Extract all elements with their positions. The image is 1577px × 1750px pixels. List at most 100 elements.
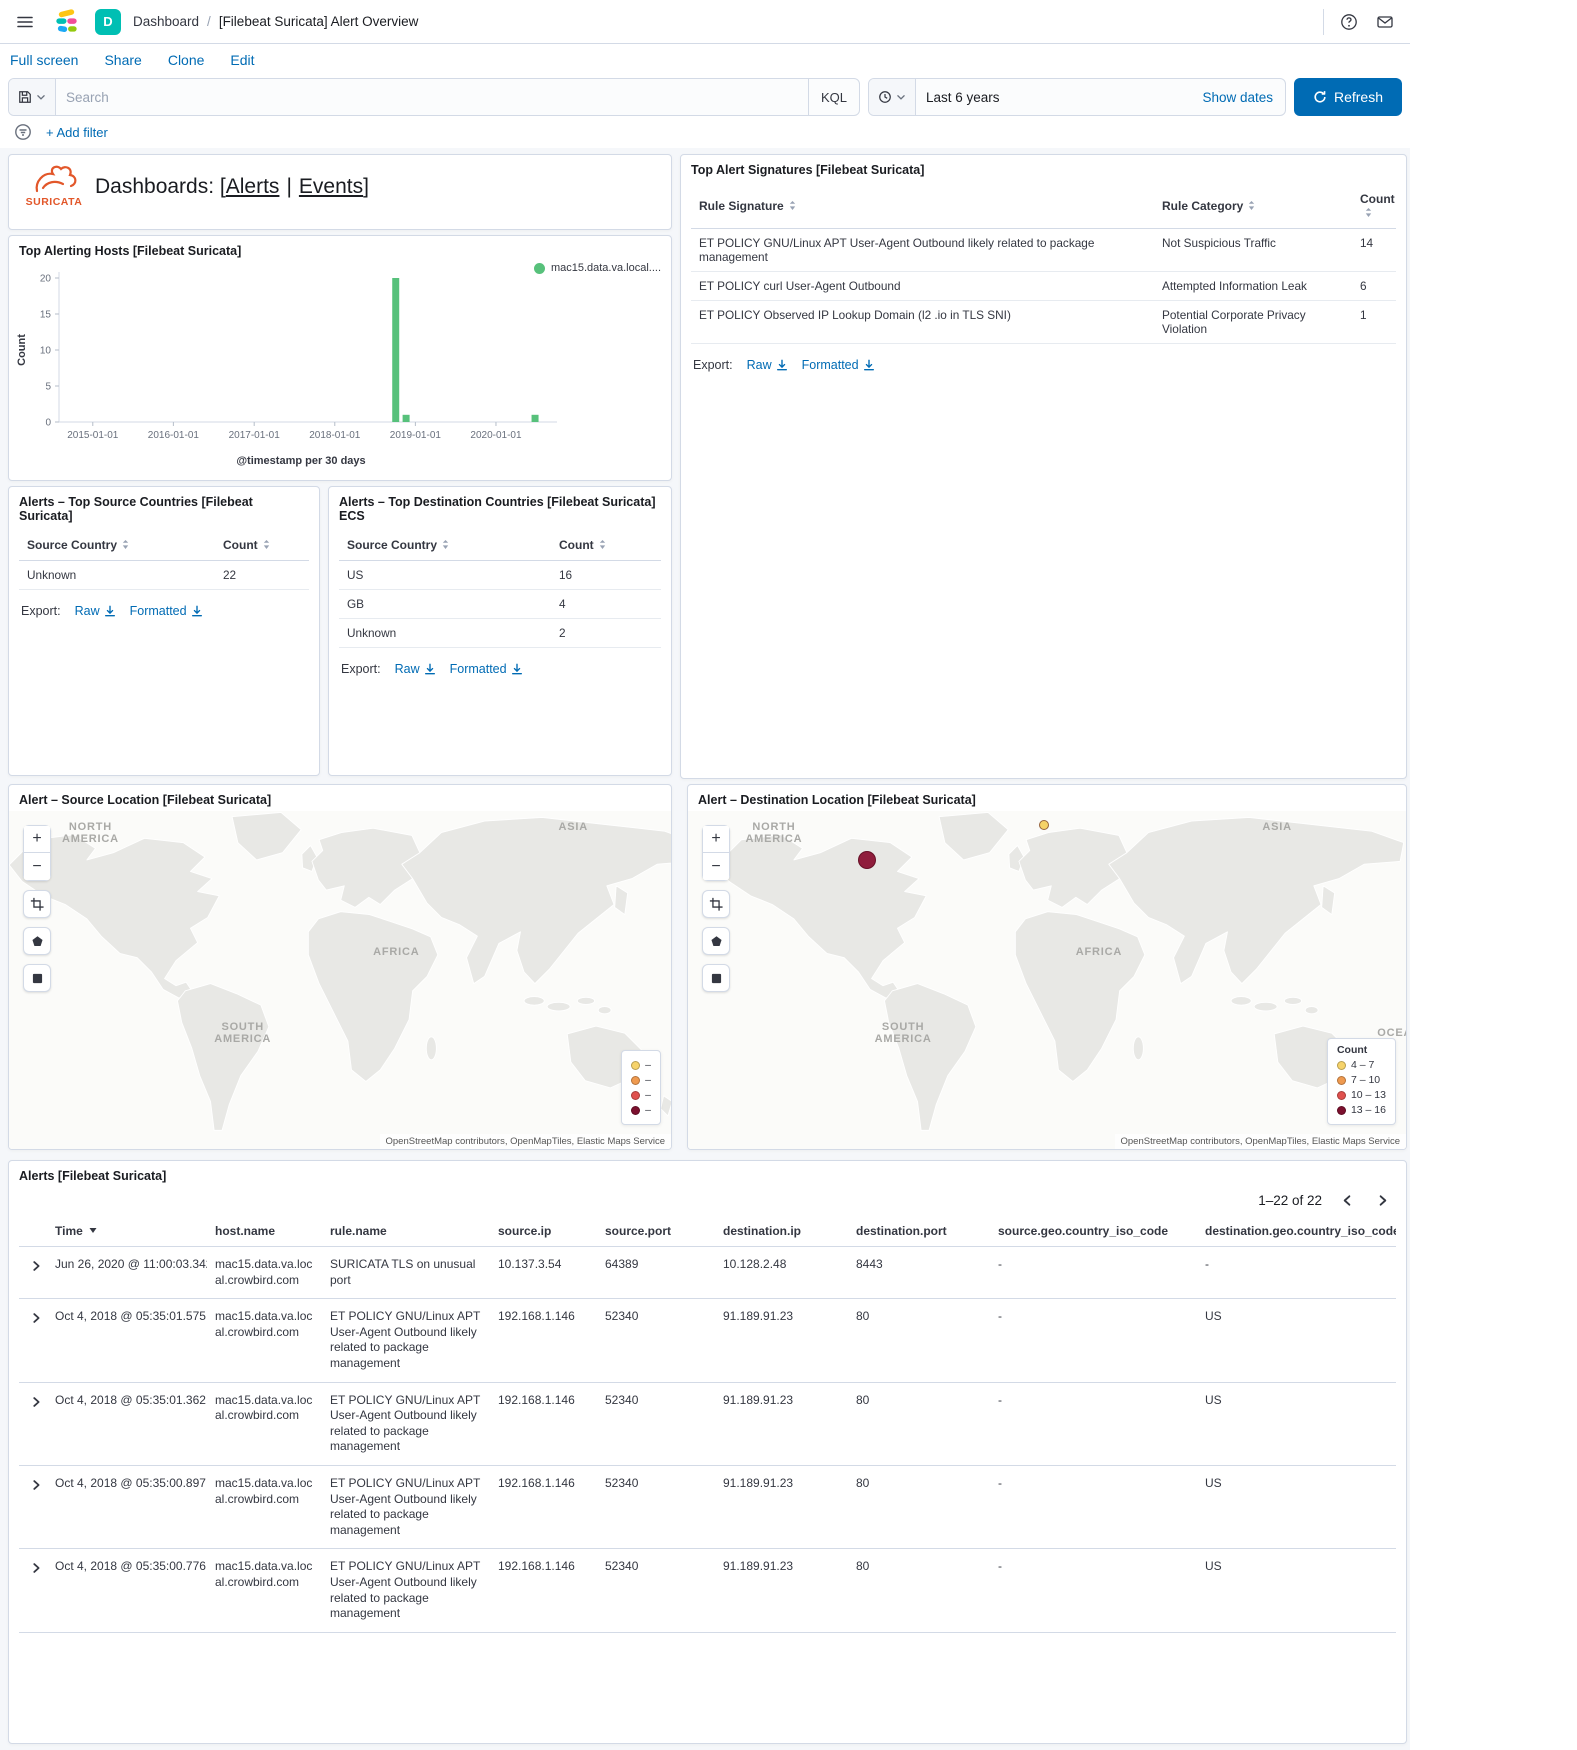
map-legend-item: 13 – 16 bbox=[1337, 1104, 1386, 1116]
download-icon bbox=[863, 359, 875, 371]
draw-bounds-button[interactable] bbox=[23, 964, 51, 992]
previous-page-button[interactable] bbox=[1338, 1191, 1357, 1210]
alerting-hosts-bar-chart: 051015202015-01-012016-01-012017-01-0120… bbox=[13, 262, 661, 474]
menu-hamburger-icon[interactable] bbox=[12, 9, 38, 35]
refresh-button[interactable]: Refresh bbox=[1294, 78, 1402, 116]
chart-legend-item[interactable]: mac15.data.va.local.... bbox=[534, 262, 661, 274]
export-raw-link[interactable]: Raw bbox=[395, 662, 436, 676]
cell-destination-ip: 91.189.91.23 bbox=[715, 1382, 848, 1465]
share-link[interactable]: Share bbox=[104, 52, 141, 68]
column-header-source-ip[interactable]: source.ip bbox=[490, 1216, 597, 1247]
alerts-dashboard-link[interactable]: Alerts bbox=[226, 175, 280, 198]
export-raw-link[interactable]: Raw bbox=[75, 604, 116, 618]
cell-rule-category: Not Suspicious Traffic bbox=[1154, 229, 1352, 272]
signatures-table: Rule Signature Rule Category Count ET PO… bbox=[691, 185, 1396, 344]
legend-swatch bbox=[1337, 1076, 1346, 1085]
column-header-count[interactable]: Count bbox=[1352, 185, 1396, 229]
column-header-source-country[interactable]: Source Country bbox=[339, 531, 551, 561]
cell-count: 14 bbox=[1352, 229, 1396, 272]
cell-destination-ip: 91.189.91.23 bbox=[715, 1465, 848, 1548]
zoom-in-button[interactable]: + bbox=[702, 825, 730, 853]
square-icon bbox=[32, 973, 43, 984]
column-header-rule-signature[interactable]: Rule Signature bbox=[691, 185, 1154, 229]
alert-location-point[interactable] bbox=[858, 851, 876, 869]
legend-swatch bbox=[631, 1061, 640, 1070]
draw-polygon-button[interactable] bbox=[23, 927, 51, 955]
cell-destination-port: 80 bbox=[848, 1299, 990, 1382]
fit-data-bounds-button[interactable] bbox=[702, 890, 730, 918]
map-region-label: NORTH AMERICA bbox=[62, 821, 119, 845]
source-location-map[interactable]: + − –––– OpenStreetMap contributors, Ope… bbox=[9, 811, 671, 1149]
full-screen-link[interactable]: Full screen bbox=[10, 52, 78, 68]
export-formatted-link[interactable]: Formatted bbox=[802, 358, 875, 372]
zoom-in-button[interactable]: + bbox=[23, 825, 51, 853]
space-badge[interactable]: D bbox=[95, 9, 121, 35]
export-formatted-link[interactable]: Formatted bbox=[450, 662, 523, 676]
time-range-value[interactable]: Last 6 years bbox=[916, 90, 1190, 105]
breadcrumb-dashboard[interactable]: Dashboard bbox=[133, 14, 199, 29]
next-page-button[interactable] bbox=[1373, 1191, 1392, 1210]
newsfeed-mail-icon[interactable] bbox=[1372, 9, 1398, 35]
cell-time: Oct 4, 2018 @ 05:35:01.575 bbox=[47, 1299, 207, 1382]
panel-title: Alerts – Top Source Countries [Filebeat … bbox=[9, 487, 319, 527]
column-header-host-name[interactable]: host.name bbox=[207, 1216, 322, 1247]
download-icon bbox=[104, 605, 116, 617]
expand-row-button[interactable] bbox=[27, 1559, 45, 1580]
map-legend-item: – bbox=[631, 1104, 651, 1116]
events-dashboard-link[interactable]: Events bbox=[299, 175, 363, 198]
column-header-source-port[interactable]: source.port bbox=[597, 1216, 715, 1247]
cell-destination-ip: 91.189.91.23 bbox=[715, 1299, 848, 1382]
zoom-out-button[interactable]: − bbox=[23, 853, 51, 881]
edit-link[interactable]: Edit bbox=[230, 52, 254, 68]
expand-row-button[interactable] bbox=[27, 1309, 45, 1330]
column-header-count[interactable]: Count bbox=[551, 531, 661, 561]
add-filter-link[interactable]: + Add filter bbox=[46, 125, 108, 140]
time-picker-menu-button[interactable] bbox=[869, 79, 916, 115]
zoom-out-button[interactable]: − bbox=[702, 853, 730, 881]
column-header-rule-category[interactable]: Rule Category bbox=[1154, 185, 1352, 229]
svg-text:15: 15 bbox=[40, 310, 52, 321]
expand-row-button[interactable] bbox=[27, 1476, 45, 1497]
filter-options-icon[interactable] bbox=[10, 119, 36, 145]
cell-host-name: mac15.data.va.local.crowbird.com bbox=[207, 1382, 322, 1465]
column-header-count[interactable]: Count bbox=[215, 531, 309, 561]
clone-link[interactable]: Clone bbox=[168, 52, 205, 68]
cell-count: 4 bbox=[551, 590, 661, 619]
crop-icon bbox=[30, 897, 44, 911]
show-dates-button[interactable]: Show dates bbox=[1190, 90, 1285, 105]
cell-time: Oct 4, 2018 @ 05:35:00.897 bbox=[47, 1465, 207, 1548]
svg-text:2015-01-01: 2015-01-01 bbox=[67, 430, 119, 441]
cell-source-port: 52340 bbox=[597, 1299, 715, 1382]
destination-location-map[interactable]: + − Count4 – 77 – 1010 – 1313 – 16 OpenS… bbox=[688, 811, 1406, 1149]
column-header-rule-name[interactable]: rule.name bbox=[322, 1216, 490, 1247]
column-header-time[interactable]: Time bbox=[47, 1216, 207, 1247]
chevron-right-icon bbox=[1375, 1193, 1390, 1208]
cell-rule-signature: ET POLICY curl User-Agent Outbound bbox=[691, 272, 1154, 301]
cell-rule-category: Attempted Information Leak bbox=[1154, 272, 1352, 301]
draw-bounds-button[interactable] bbox=[702, 964, 730, 992]
alert-location-point[interactable] bbox=[1039, 820, 1049, 830]
column-header-source-country[interactable]: Source Country bbox=[19, 531, 215, 561]
column-header-source-geo-country[interactable]: source.geo.country_iso_code bbox=[990, 1216, 1197, 1247]
expand-row-button[interactable] bbox=[27, 1393, 45, 1414]
signatures-table-row: ET POLICY curl User-Agent OutboundAttemp… bbox=[691, 272, 1396, 301]
saved-query-menu-button[interactable] bbox=[9, 79, 56, 115]
draw-polygon-button[interactable] bbox=[702, 927, 730, 955]
search-input[interactable] bbox=[56, 90, 808, 105]
expand-row-button[interactable] bbox=[27, 1257, 45, 1278]
time-picker: Last 6 years Show dates bbox=[868, 78, 1286, 116]
export-formatted-link[interactable]: Formatted bbox=[130, 604, 203, 618]
legend-range-label: – bbox=[645, 1059, 651, 1071]
column-header-destination-geo-country[interactable]: destination.geo.country_iso_code bbox=[1197, 1216, 1396, 1247]
dashboards-heading: Dashboards: [Alerts|Events] bbox=[95, 175, 369, 199]
help-icon[interactable] bbox=[1336, 9, 1362, 35]
column-header-destination-port[interactable]: destination.port bbox=[848, 1216, 990, 1247]
cell-source-port: 64389 bbox=[597, 1247, 715, 1299]
map-controls: + − bbox=[702, 825, 730, 992]
legend-range-label: – bbox=[645, 1104, 651, 1116]
kql-syntax-button[interactable]: KQL bbox=[808, 79, 859, 115]
fit-data-bounds-button[interactable] bbox=[23, 890, 51, 918]
export-raw-link[interactable]: Raw bbox=[747, 358, 788, 372]
column-header-destination-ip[interactable]: destination.ip bbox=[715, 1216, 848, 1247]
cell-rule-name: ET POLICY GNU/Linux APT User-Agent Outbo… bbox=[322, 1382, 490, 1465]
